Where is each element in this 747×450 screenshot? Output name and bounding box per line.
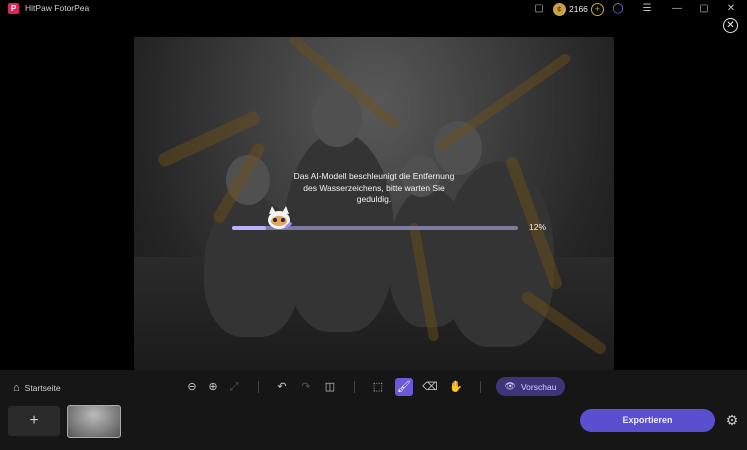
user-icon[interactable]: ◯ [611,2,625,16]
app-logo-icon: P [8,3,19,14]
canvas-area: ✕ Das AI-Modell beschleunigt die Entfern… [0,18,747,385]
progress-bar-fill [232,226,267,230]
fit-screen-icon[interactable]: ⤢ [225,378,243,396]
progress-message: Das AI-Modell beschleunigt die Entfernun… [293,171,455,204]
progress-percent: 12% [529,222,547,232]
brush-icon[interactable]: 🖌 [395,378,413,396]
toolbar-divider [480,381,481,393]
chat-icon[interactable]: ▢ [532,2,546,16]
export-button[interactable]: Exportieren [580,409,715,432]
preview-label: Vorschau [520,381,557,392]
image-thumbnail[interactable] [67,405,121,438]
menu-icon[interactable]: ☰ [640,2,654,16]
box-select-icon[interactable]: ⬚ [369,378,387,396]
undo-icon[interactable]: ↶ [273,378,291,396]
coin-count: 2166 [569,4,588,14]
settings-icon[interactable]: ⚙ [724,412,740,428]
redo-icon[interactable]: ↷ [297,378,315,396]
coin-balance[interactable]: ¢ 2166 + [553,2,604,16]
preview-button[interactable]: 👁 Vorschau [496,377,565,396]
photo-canvas[interactable] [134,37,614,385]
hand-icon[interactable]: ✋ [447,378,465,396]
maximize-icon[interactable]: ▢ [697,2,711,16]
toolbar-divider [354,381,355,393]
minimize-icon[interactable]: — [670,2,684,16]
eye-icon: 👁 [504,381,516,391]
processing-overlay [134,37,614,385]
home-button[interactable]: ⌂ Startseite [13,382,61,394]
coin-icon: ¢ [553,2,566,16]
add-image-button[interactable]: + [8,406,60,436]
title-bar: P HitPaw FotorPea ▢ ¢ 2166 + ◯ ☰ — ▢ ✕ [0,0,747,18]
home-icon: ⌂ [13,382,20,394]
window-close-icon[interactable]: ✕ [724,2,738,16]
close-canvas-icon[interactable]: ✕ [723,18,738,33]
cat-mascot-icon [268,206,292,229]
zoom-out-icon[interactable]: ⊖ [183,378,201,396]
toolbar-divider [258,381,259,393]
add-coins-icon[interactable]: + [590,2,604,16]
zoom-in-icon[interactable]: ⊕ [204,378,222,396]
eraser-icon[interactable]: ⌫ [421,378,439,396]
compare-icon[interactable]: ◫ [321,378,339,396]
app-title: HitPaw FotorPea [25,3,90,13]
home-label: Startseite [24,383,61,393]
